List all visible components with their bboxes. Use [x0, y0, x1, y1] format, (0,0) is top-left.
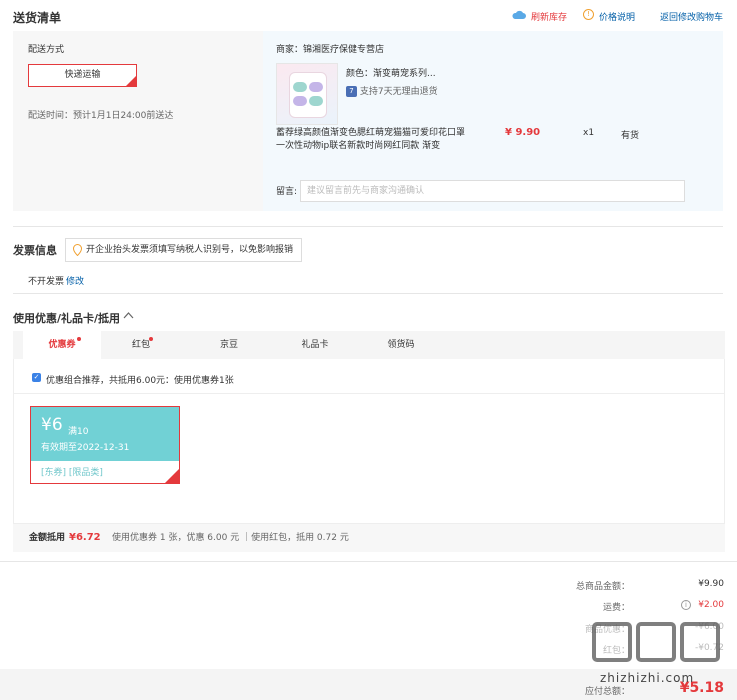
payable-label: 应付总额： [584, 687, 630, 697]
watermark-text: zhizhizhi.com [600, 671, 695, 685]
tab-redpacket[interactable]: 红包 [111, 331, 171, 359]
shop-name: 商家：锦湘医疗保健专营店 [276, 45, 385, 55]
selected-corner-icon [126, 76, 136, 86]
product-image[interactable] [276, 63, 338, 125]
recommend-checkbox[interactable]: ✓ [32, 373, 41, 382]
goods-total-label: 总商品金额： [575, 582, 630, 592]
memo-label: 留言: [276, 187, 298, 197]
tab-giftcard[interactable]: 礼品卡 [285, 331, 345, 359]
freight-value: ¥2.00 [698, 600, 724, 610]
summary-detail: 使用优惠券 1 张，优惠 6.00 元 ｜使用红包，抵用 0.72 元 [112, 533, 349, 543]
chevron-up-icon[interactable] [123, 311, 134, 319]
coupon-amount: ¥6 [41, 415, 63, 435]
shipping-time: 配送时间：预计1月1日24:00前送达 [28, 111, 174, 121]
refresh-stock-link[interactable]: 刷新库存 [531, 10, 567, 23]
divider [13, 226, 723, 227]
invoice-tip: 开企业抬头发票须填写纳税人识别号，以免影响报销 [65, 238, 303, 262]
tab-label: 优惠券 [48, 340, 76, 350]
product-price: ¥ 9.90 [505, 127, 541, 138]
shipping-panel [13, 31, 263, 211]
summary-amount: ¥6.72 [69, 532, 101, 543]
tab-label: 京豆 [219, 340, 238, 350]
coupon-condition: 满10 [68, 427, 89, 437]
location-pin-icon [72, 243, 83, 257]
recommend-label: 优惠组合推荐，共抵用6.00元：使用优惠券1张 [46, 376, 234, 386]
freight-label: 运费： [602, 603, 630, 613]
tab-pickup-code[interactable]: 领货码 [371, 331, 431, 359]
product-color: 颜色：渐变萌宠系列... [346, 69, 436, 79]
divider [13, 293, 723, 294]
coupon-summary: 金额抵用 ¥6.72 使用优惠券 1 张，优惠 6.00 元 ｜使用红包，抵用 … [13, 524, 725, 552]
warning-icon: ! [583, 9, 594, 20]
tab-coupon[interactable]: 优惠券 [23, 331, 101, 359]
invoice-status: 不开发票 [28, 277, 65, 287]
goods-total-value: ¥9.90 [698, 579, 724, 589]
shipping-label: 配送方式 [28, 45, 65, 55]
return-policy: 7 支持7天无理由退货 [346, 84, 438, 97]
coupon-tabs: 优惠券 红包 京豆 礼品卡 领货码 [13, 331, 725, 359]
product-qty: x1 [583, 128, 595, 138]
new-dot-icon [149, 337, 153, 341]
tab-jingdou[interactable]: 京豆 [199, 331, 259, 359]
selected-check-icon [165, 469, 179, 483]
new-dot-icon [77, 337, 81, 341]
return-policy-label: 支持7天无理由退货 [359, 87, 438, 97]
back-to-cart-link[interactable]: 返回修改购物车 [660, 10, 723, 23]
invoice-title: 发票信息 [13, 244, 57, 257]
memo-input[interactable]: 建议留言前先与商家沟通确认 [300, 180, 685, 202]
invoice-edit-link[interactable]: 修改 [66, 274, 84, 287]
divider [0, 561, 737, 562]
tab-label: 礼品卡 [301, 340, 329, 350]
page-title: 送货清单 [13, 11, 62, 25]
product-name-link[interactable]: 蓄荐绿高颜值渐变色腮红萌宠猫猫可爱印花口罩一次性动物ip联名新款时尚网红同款 渐… [276, 127, 466, 153]
summary-label: 金额抵用 [29, 533, 66, 543]
coupon-card[interactable]: ¥6 满10 有效期至2022-12-31 [东券] [限品类] [30, 406, 180, 484]
cloud-icon [512, 10, 526, 20]
invoice-tip-text: 开企业抬头发票须填写纳税人识别号，以免影响报销 [86, 245, 294, 255]
seven-day-icon: 7 [346, 86, 357, 97]
price-info-link[interactable]: 价格说明 [599, 10, 635, 23]
shipping-method-label: 快递运输 [64, 70, 101, 80]
tab-label: 红包 [131, 340, 150, 350]
coupon-expire: 有效期至2022-12-31 [41, 443, 130, 453]
coupon-section-title[interactable]: 使用优惠/礼品卡/抵用 [13, 310, 120, 326]
watermark-logo [590, 620, 725, 672]
coupon-tags: [东券] [限品类] [41, 468, 103, 478]
info-icon[interactable]: i [681, 600, 691, 610]
divider [14, 393, 724, 394]
stock-status: 有货 [621, 131, 640, 141]
tab-label: 领货码 [387, 340, 415, 350]
shipping-method-button[interactable]: 快递运输 [28, 64, 137, 87]
